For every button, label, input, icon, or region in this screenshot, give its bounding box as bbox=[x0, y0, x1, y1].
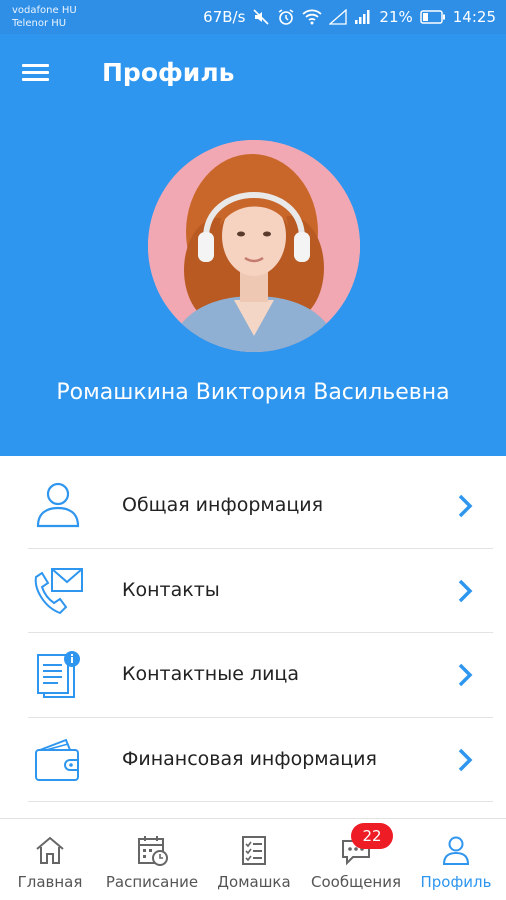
nav-item-schedule[interactable]: Расписание bbox=[100, 819, 204, 900]
calendar-icon bbox=[138, 836, 168, 866]
nav-item-home[interactable]: Главная bbox=[4, 819, 96, 900]
chevron-right-icon bbox=[458, 579, 473, 602]
profile-menu-list: Общая информация Контакты Контактные лиц… bbox=[28, 464, 493, 802]
menu-item-contacts[interactable]: Контакты bbox=[28, 549, 493, 633]
mute-icon bbox=[252, 8, 270, 26]
profile-icon bbox=[442, 836, 470, 865]
profile-header: Ромашкина Виктория Васильевна bbox=[0, 118, 506, 456]
nav-label: Домашка bbox=[217, 873, 291, 891]
battery-level: 21% bbox=[379, 8, 413, 26]
hamburger-line bbox=[22, 71, 49, 74]
carriers: vodafone HU Telenor HU bbox=[12, 4, 77, 30]
profile-name: Ромашкина Виктория Васильевна bbox=[56, 380, 450, 405]
document-info-icon bbox=[37, 651, 80, 698]
status-icons: 67B/s 21% 14:25 bbox=[203, 6, 496, 28]
status-bar: vodafone HU Telenor HU 67B/s 21% 14:25 bbox=[0, 0, 506, 34]
clock: 14:25 bbox=[452, 8, 496, 26]
carrier-1: vodafone HU bbox=[12, 5, 77, 16]
hamburger-line bbox=[22, 78, 49, 81]
hamburger-menu-icon bbox=[22, 64, 49, 67]
battery-icon bbox=[420, 10, 446, 24]
alarm-icon bbox=[277, 8, 295, 26]
nav-item-homework[interactable]: Домашка bbox=[208, 819, 300, 900]
network-speed: 67B/s bbox=[203, 8, 246, 26]
menu-item-contact-persons[interactable]: Контактные лица bbox=[28, 633, 493, 718]
signal-icon bbox=[329, 9, 348, 25]
unread-messages-badge: 22 bbox=[351, 823, 393, 849]
signal-strong-icon bbox=[354, 9, 372, 25]
chevron-right-icon bbox=[458, 663, 473, 687]
carrier-2: Telenor HU bbox=[12, 18, 67, 29]
phone-mail-icon bbox=[34, 567, 83, 614]
nav-item-profile[interactable]: Профиль bbox=[410, 819, 502, 900]
bottom-navigation: Главная Расписание Домашка 22 Сообщения … bbox=[0, 818, 506, 900]
menu-item-label: Финансовая информация bbox=[122, 747, 377, 770]
home-icon bbox=[36, 836, 64, 864]
menu-item-financial-info[interactable]: Финансовая информация bbox=[28, 718, 493, 802]
menu-item-general-info[interactable]: Общая информация bbox=[28, 464, 493, 549]
menu-item-label: Контактные лица bbox=[122, 663, 300, 685]
checklist-icon bbox=[242, 836, 266, 865]
nav-label: Главная bbox=[17, 873, 83, 891]
avatar[interactable] bbox=[148, 140, 360, 352]
wallet-icon bbox=[35, 738, 79, 781]
app-bar: Профиль bbox=[0, 34, 506, 118]
hamburger-menu-button[interactable] bbox=[22, 60, 54, 90]
nav-label: Расписание bbox=[105, 873, 199, 891]
page-title: Профиль bbox=[102, 58, 235, 87]
nav-label: Профиль bbox=[420, 873, 492, 891]
chevron-right-icon bbox=[458, 748, 473, 771]
nav-label: Сообщения bbox=[310, 873, 401, 891]
avatar-photo bbox=[148, 140, 360, 352]
chevron-right-icon bbox=[458, 494, 473, 518]
nav-item-messages[interactable]: 22 Сообщения bbox=[304, 819, 408, 900]
user-icon bbox=[36, 482, 80, 528]
wifi-icon bbox=[302, 9, 323, 25]
menu-item-label: Общая информация bbox=[122, 494, 324, 516]
menu-item-label: Контакты bbox=[122, 578, 220, 601]
